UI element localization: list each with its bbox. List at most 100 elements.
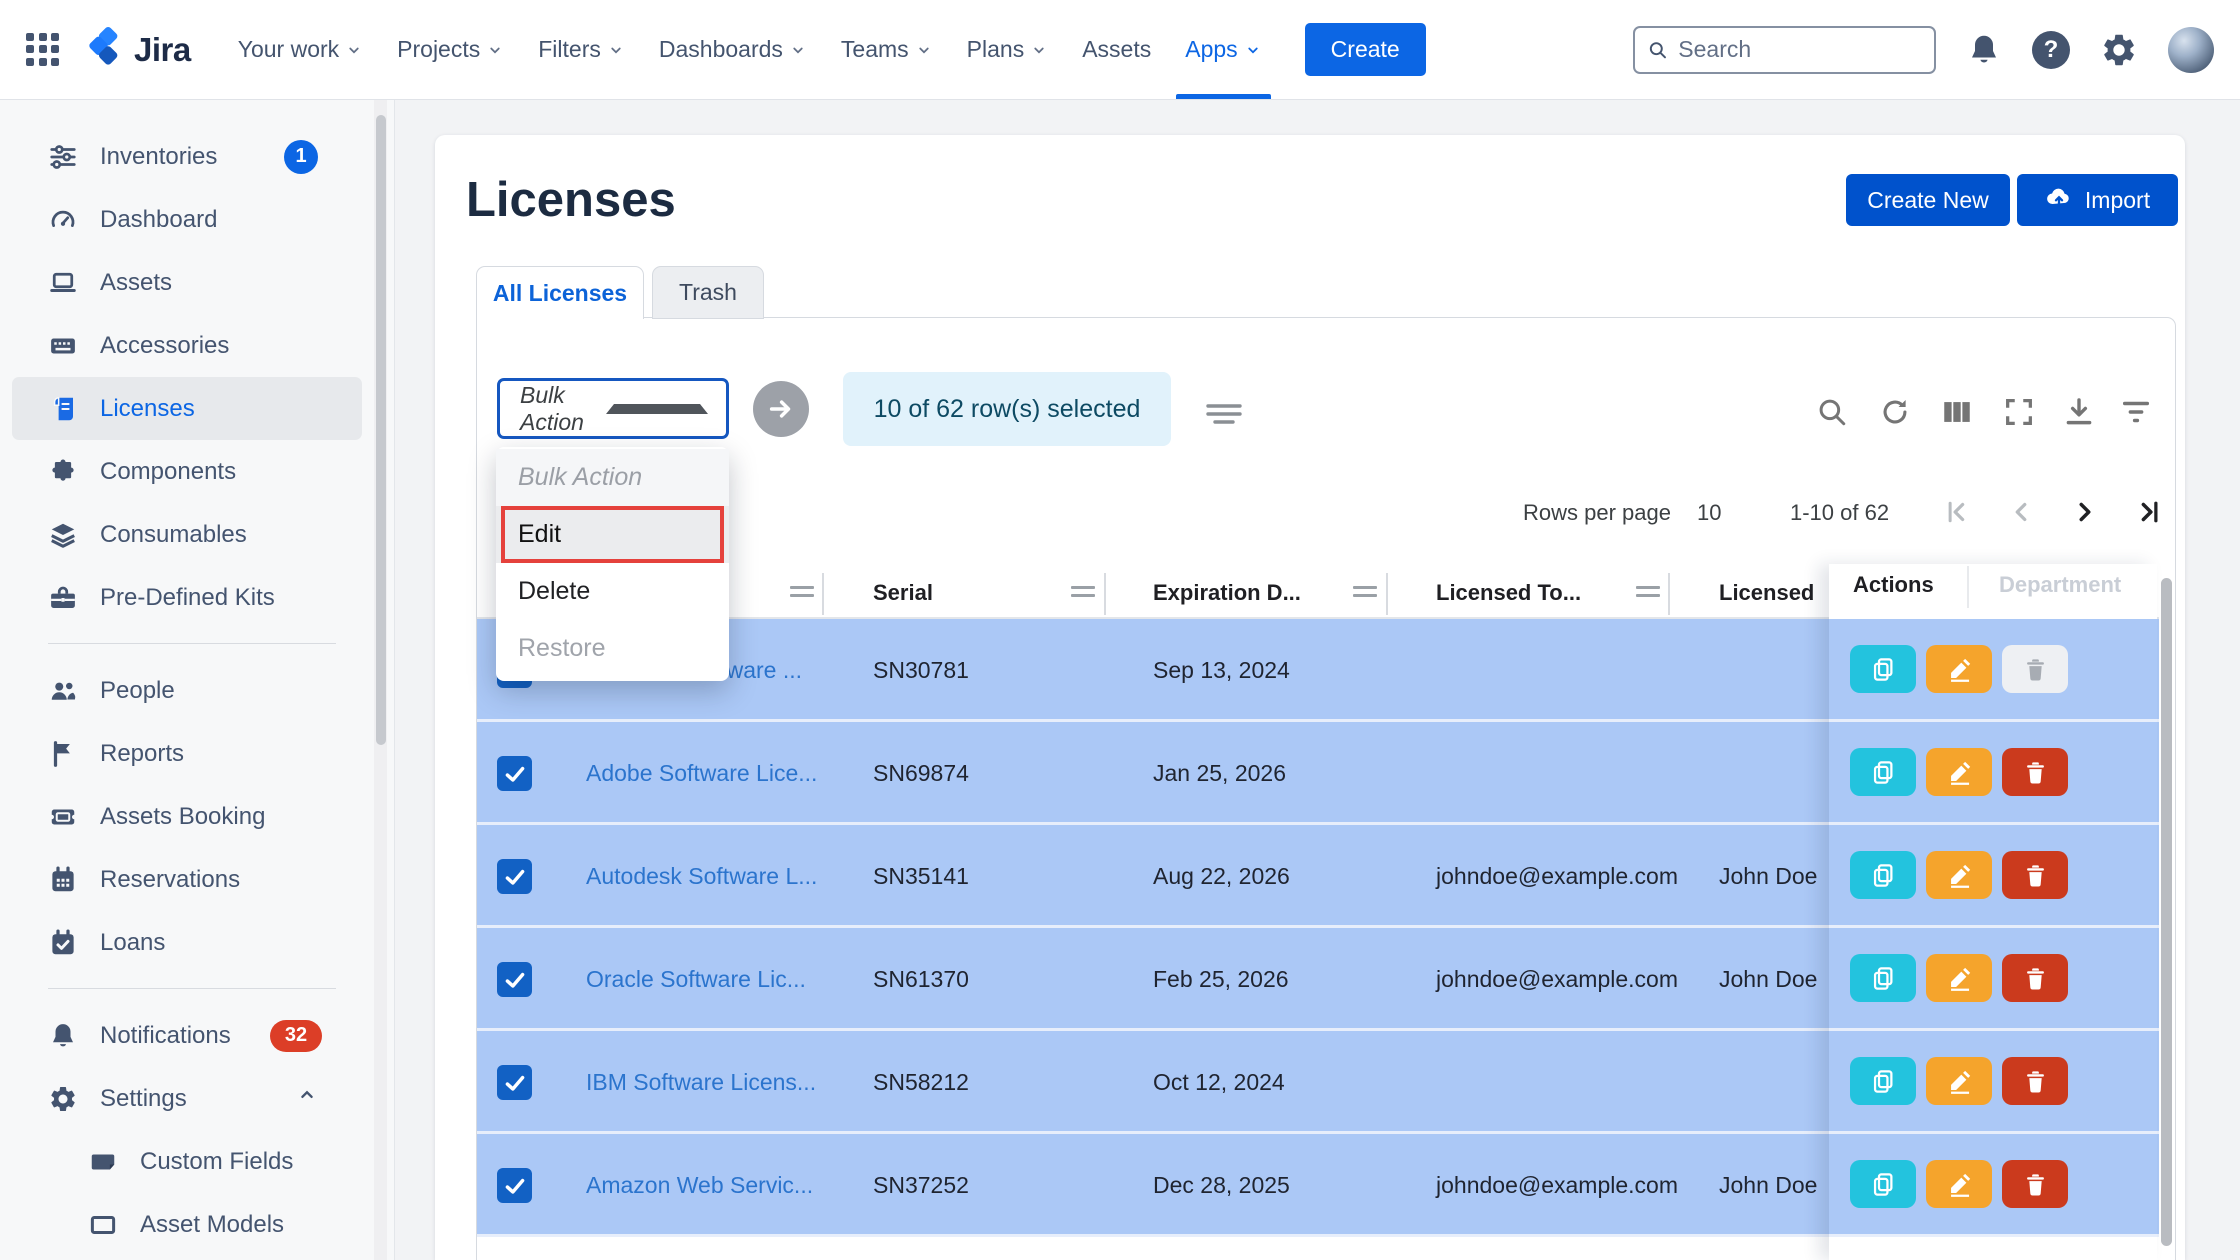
search-icon[interactable]: [1815, 395, 1849, 434]
delete-button[interactable]: [2002, 1160, 2068, 1208]
first-page-button[interactable]: [1941, 496, 1973, 528]
search-box[interactable]: [1633, 26, 1936, 74]
nav-apps[interactable]: Apps: [1168, 0, 1278, 99]
nav-teams[interactable]: Teams: [824, 0, 950, 99]
license-name-link[interactable]: Amazon Web Servic...: [586, 1172, 813, 1199]
column-resize-handle[interactable]: [1071, 586, 1095, 600]
sidebar-item-reservations[interactable]: Reservations: [12, 848, 362, 911]
sidebar-item-custom-fields[interactable]: Custom Fields: [12, 1130, 362, 1193]
edit-button[interactable]: [1926, 1160, 1992, 1208]
sidebar-item-people[interactable]: People: [12, 659, 362, 722]
edit-icon: [1946, 759, 1973, 786]
import-button[interactable]: Import: [2017, 174, 2178, 226]
nav-plans[interactable]: Plans: [950, 0, 1066, 99]
tab-all-licenses[interactable]: All Licenses: [476, 266, 644, 319]
sidebar-item-accessories[interactable]: Accessories: [12, 314, 362, 377]
delete-button[interactable]: [2002, 954, 2068, 1002]
nav-your-work[interactable]: Your work: [221, 0, 380, 99]
bell-icon: [48, 1021, 78, 1051]
create-new-button[interactable]: Create New: [1846, 174, 2010, 226]
copy-button[interactable]: [1850, 1057, 1916, 1105]
delete-button[interactable]: [2002, 1057, 2068, 1105]
filter-icon[interactable]: [2119, 395, 2153, 434]
edit-button[interactable]: [1926, 748, 1992, 796]
copy-button[interactable]: [1850, 1160, 1916, 1208]
sidebar-item-loans[interactable]: Loans: [12, 911, 362, 974]
asset-model-icon: [88, 1210, 118, 1240]
nav-projects[interactable]: Projects: [380, 0, 521, 99]
fullscreen-icon[interactable]: [2002, 395, 2036, 434]
user-avatar[interactable]: [2168, 27, 2214, 73]
row-checkbox[interactable]: [497, 756, 532, 791]
rows-per-page-label: Rows per page: [1523, 500, 1671, 526]
last-page-button[interactable]: [2133, 496, 2165, 528]
copy-icon: [1870, 1068, 1897, 1095]
search-input[interactable]: [1678, 36, 1922, 63]
sidebar-scrollbar-thumb[interactable]: [376, 115, 386, 745]
copy-button[interactable]: [1850, 748, 1916, 796]
column-header-serial[interactable]: Serial: [873, 580, 933, 606]
density-icon[interactable]: [1206, 400, 1242, 435]
view-columns-icon[interactable]: [1940, 395, 1974, 434]
sidebar-item-settings[interactable]: Settings: [12, 1067, 362, 1130]
edit-button[interactable]: [1926, 645, 1992, 693]
column-header-licensed[interactable]: Licensed: [1719, 580, 1814, 606]
column-resize-handle[interactable]: [1353, 586, 1377, 600]
app-switcher-icon[interactable]: [26, 33, 60, 67]
sidebar-item-notifications[interactable]: Notifications 32: [12, 1004, 362, 1067]
license-name-link[interactable]: IBM Software Licens...: [586, 1069, 816, 1096]
download-icon[interactable]: [2062, 395, 2096, 434]
delete-button[interactable]: [2002, 748, 2068, 796]
row-checkbox[interactable]: [497, 1065, 532, 1100]
sidebar-item-pre-defined-kits[interactable]: Pre-Defined Kits: [12, 566, 362, 629]
nav-dashboards[interactable]: Dashboards: [642, 0, 824, 99]
delete-button[interactable]: [2002, 851, 2068, 899]
sidebar-item-asset-models[interactable]: Asset Models: [12, 1193, 362, 1256]
sidebar-item-assets[interactable]: Assets: [12, 251, 362, 314]
menu-item-bulk-action: Bulk Action: [496, 449, 729, 506]
sidebar-item-inventories[interactable]: Inventories 1: [12, 125, 362, 188]
edit-button[interactable]: [1926, 954, 1992, 1002]
license-name-link[interactable]: Autodesk Software L...: [586, 863, 817, 890]
edit-icon: [1946, 1068, 1973, 1095]
copy-button[interactable]: [1850, 851, 1916, 899]
actions-column-panel: Actions Department: [1829, 564, 2157, 1260]
help-icon[interactable]: ?: [2032, 31, 2070, 69]
sidebar-item-dashboard[interactable]: Dashboard: [12, 188, 362, 251]
refresh-icon[interactable]: [1878, 395, 1912, 434]
nav-filters[interactable]: Filters: [521, 0, 642, 99]
license-name-link[interactable]: Oracle Software Lic...: [586, 966, 806, 993]
apply-bulk-action-button[interactable]: [753, 381, 809, 437]
jira-logo[interactable]: Jira: [84, 26, 191, 73]
rows-per-page-select[interactable]: 10: [1697, 500, 1721, 526]
row-checkbox[interactable]: [497, 962, 532, 997]
row-checkbox[interactable]: [497, 859, 532, 894]
copy-button[interactable]: [1850, 645, 1916, 693]
sidebar-item-assets-booking[interactable]: Assets Booking: [12, 785, 362, 848]
sidebar-item-consumables[interactable]: Consumables: [12, 503, 362, 566]
next-page-button[interactable]: [2069, 496, 2101, 528]
sidebar-item-licenses[interactable]: Licenses: [12, 377, 362, 440]
previous-page-button[interactable]: [2005, 496, 2037, 528]
copy-button[interactable]: [1850, 954, 1916, 1002]
nav-assets[interactable]: Assets: [1065, 0, 1168, 99]
column-resize-handle[interactable]: [790, 586, 814, 600]
license-name-link[interactable]: Adobe Software Lice...: [586, 760, 817, 787]
sidebar-item-reports[interactable]: Reports: [12, 722, 362, 785]
table-scrollbar-thumb[interactable]: [2161, 578, 2172, 1246]
edit-button[interactable]: [1926, 1057, 1992, 1105]
settings-gear-icon[interactable]: [2100, 31, 2138, 69]
menu-item-delete[interactable]: Delete: [496, 563, 729, 620]
menu-item-edit[interactable]: Edit: [496, 506, 729, 563]
row-checkbox[interactable]: [497, 1168, 532, 1203]
bulk-action-select[interactable]: Bulk Action: [497, 378, 729, 439]
column-header-licensed-to[interactable]: Licensed To...: [1436, 580, 1581, 606]
serial-cell: SN69874: [873, 760, 969, 787]
column-resize-handle[interactable]: [1636, 586, 1660, 600]
create-button[interactable]: Create: [1305, 23, 1426, 76]
column-header-expiration[interactable]: Expiration D...: [1153, 580, 1301, 606]
edit-button[interactable]: [1926, 851, 1992, 899]
tab-trash[interactable]: Trash: [652, 266, 764, 319]
notification-bell-icon[interactable]: [1966, 32, 2002, 68]
sidebar-item-components[interactable]: Components: [12, 440, 362, 503]
